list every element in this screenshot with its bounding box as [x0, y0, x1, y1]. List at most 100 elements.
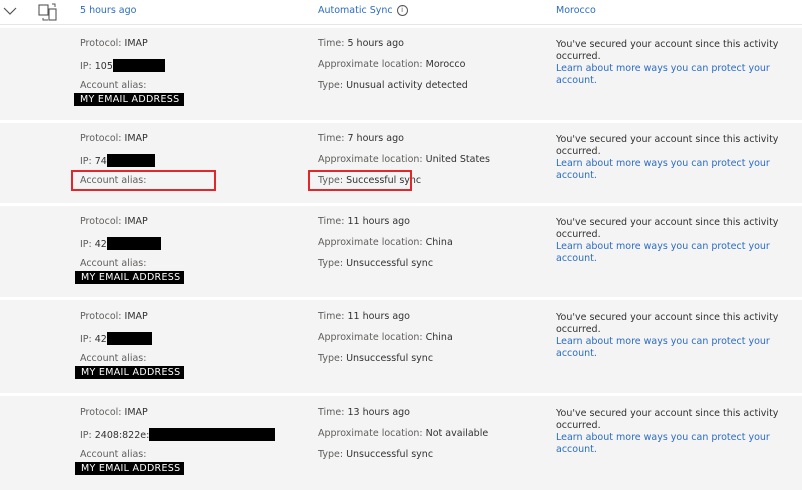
- secured-text: You've secured your account since this a…: [556, 217, 779, 240]
- secured-text: You've secured your account since this a…: [556, 312, 779, 335]
- ip-redaction: [106, 154, 155, 167]
- protocol-label: Protocol:: [80, 133, 122, 144]
- time-label: Time:: [318, 311, 345, 322]
- location-label: Approximate location:: [318, 59, 423, 70]
- time-label: Time:: [318, 216, 345, 227]
- chevron-down-icon[interactable]: [3, 6, 17, 16]
- ip-value: 74: [94, 156, 107, 167]
- info-icon[interactable]: i: [396, 5, 408, 16]
- type-value: Unsuccessful sync: [346, 258, 434, 269]
- protocol-value: IMAP: [124, 311, 148, 322]
- activity-detail-row: Protocol: IMAP IP: 105 Account alias: MY…: [0, 25, 802, 121]
- protocol-line: Protocol: IMAP: [80, 133, 148, 144]
- type-value: Unsuccessful sync: [346, 449, 434, 460]
- protocol-value: IMAP: [124, 38, 148, 49]
- ip-line: IP: 2408:822e:: [80, 428, 276, 441]
- protocol-label: Protocol:: [80, 38, 122, 49]
- time-line: Time: 11 hours ago: [318, 311, 410, 322]
- type-line: Type: Unsuccessful sync: [318, 449, 433, 460]
- type-label: Type:: [318, 80, 344, 91]
- ip-redaction: [106, 332, 152, 345]
- ip-value: 2408:822e:: [94, 430, 150, 441]
- header-time[interactable]: 5 hours ago: [80, 5, 136, 16]
- header-location[interactable]: Morocco: [556, 5, 596, 16]
- ip-value: 105: [94, 61, 113, 72]
- ip-redaction: [106, 237, 161, 250]
- ip-label: IP:: [80, 334, 92, 345]
- ip-line: IP: 42: [80, 332, 152, 345]
- learn-more-link[interactable]: Learn about more ways you can protect yo…: [556, 158, 796, 182]
- ip-label: IP:: [80, 61, 92, 72]
- ip-line: IP: 105: [80, 59, 165, 72]
- security-message: You've secured your account since this a…: [556, 134, 796, 182]
- type-value: Unusual activity detected: [346, 80, 468, 91]
- location-label: Approximate location:: [318, 332, 423, 343]
- location-label: Approximate location:: [318, 154, 423, 165]
- time-value: 7 hours ago: [347, 133, 404, 144]
- time-line: Time: 5 hours ago: [318, 38, 404, 49]
- ip-redaction: [149, 428, 276, 441]
- protocol-line: Protocol: IMAP: [80, 38, 148, 49]
- protocol-label: Protocol:: [80, 216, 122, 227]
- secured-text: You've secured your account since this a…: [556, 39, 779, 62]
- learn-more-link[interactable]: Learn about more ways you can protect yo…: [556, 336, 796, 360]
- security-message: You've secured your account since this a…: [556, 39, 796, 87]
- alias-label: Account alias:: [80, 353, 147, 364]
- alias-value: MY EMAIL ADDRESS: [74, 93, 184, 106]
- header-app-label[interactable]: Automatic Sync: [318, 5, 393, 16]
- secured-text: You've secured your account since this a…: [556, 408, 779, 431]
- alias-label: Account alias:: [80, 258, 147, 269]
- device-sync-icon: [38, 3, 57, 21]
- header-app[interactable]: Automatic Sync i: [318, 5, 408, 16]
- learn-more-link[interactable]: Learn about more ways you can protect yo…: [556, 241, 796, 265]
- protocol-label: Protocol:: [80, 407, 122, 418]
- security-message: You've secured your account since this a…: [556, 408, 796, 456]
- learn-more-link[interactable]: Learn about more ways you can protect yo…: [556, 63, 796, 87]
- alias-line: Account alias:: [80, 449, 146, 460]
- protocol-line: Protocol: IMAP: [80, 216, 148, 227]
- type-value: Unsuccessful sync: [346, 353, 434, 364]
- location-label: Approximate location:: [318, 428, 423, 439]
- activity-header[interactable]: 5 hours ago Automatic Sync i Morocco: [0, 0, 802, 25]
- location-label: Approximate location:: [318, 237, 423, 248]
- location-line: Approximate location: Not available: [318, 428, 488, 439]
- time-label: Time:: [318, 133, 345, 144]
- ip-line: IP: 74: [80, 154, 155, 167]
- time-label: Time:: [318, 38, 345, 49]
- type-line: Type: Unusual activity detected: [318, 80, 468, 91]
- alias-label: Account alias:: [80, 449, 147, 460]
- location-value: China: [425, 237, 453, 248]
- ip-redaction: [112, 59, 165, 72]
- type-line: Type: Unsuccessful sync: [318, 353, 433, 364]
- activity-detail-row: Protocol: IMAP IP: 42 Account alias: MY …: [0, 297, 802, 394]
- alias-label: Account alias:: [80, 80, 147, 91]
- type-label: Type:: [318, 353, 344, 364]
- ip-value: 42: [94, 239, 107, 250]
- alias-value: MY EMAIL ADDRESS: [75, 271, 184, 284]
- protocol-value: IMAP: [124, 216, 148, 227]
- learn-more-link[interactable]: Learn about more ways you can protect yo…: [556, 432, 796, 456]
- type-highlight-box: [308, 170, 412, 191]
- type-line: Type: Unsuccessful sync: [318, 258, 433, 269]
- protocol-line: Protocol: IMAP: [80, 311, 148, 322]
- alias-line: Account alias:: [80, 353, 146, 364]
- time-line: Time: 7 hours ago: [318, 133, 404, 144]
- security-message: You've secured your account since this a…: [556, 312, 796, 360]
- time-value: 5 hours ago: [347, 38, 404, 49]
- ip-label: IP:: [80, 430, 92, 441]
- location-value: Morocco: [425, 59, 466, 70]
- protocol-value: IMAP: [124, 407, 148, 418]
- location-line: Approximate location: China: [318, 332, 453, 343]
- ip-label: IP:: [80, 156, 92, 167]
- alias-value: MY EMAIL ADDRESS: [75, 462, 184, 475]
- alias-highlight-box: [71, 170, 216, 191]
- security-message: You've secured your account since this a…: [556, 217, 796, 265]
- location-value: China: [425, 332, 453, 343]
- location-line: Approximate location: United States: [318, 154, 490, 165]
- type-label: Type:: [318, 258, 344, 269]
- location-value: Not available: [425, 428, 489, 439]
- protocol-line: Protocol: IMAP: [80, 407, 148, 418]
- time-line: Time: 11 hours ago: [318, 216, 410, 227]
- ip-line: IP: 42: [80, 237, 161, 250]
- alias-line: Account alias:: [80, 80, 146, 91]
